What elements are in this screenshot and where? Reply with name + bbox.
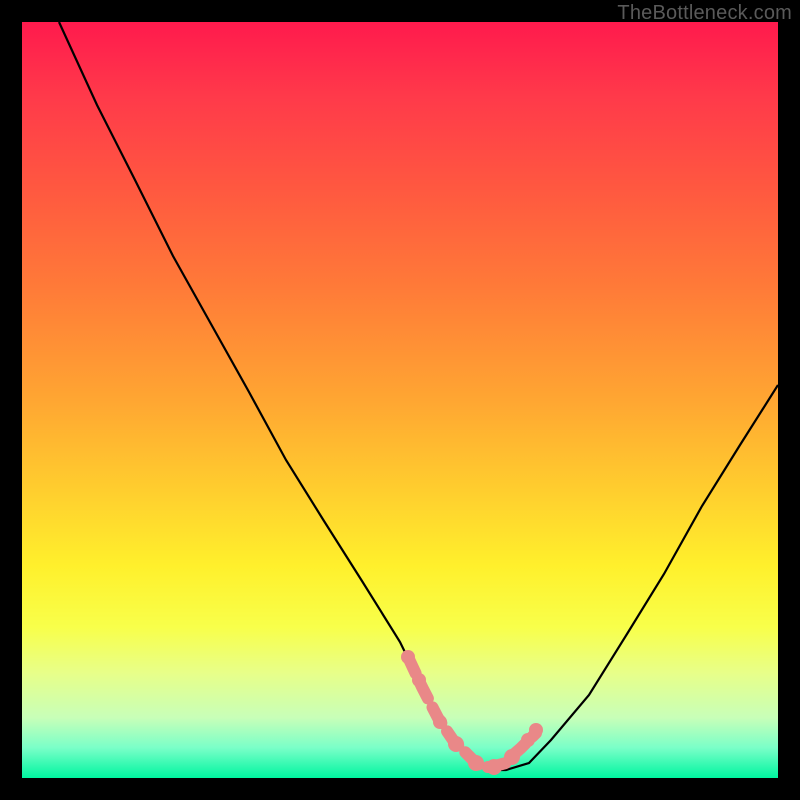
highlight-node xyxy=(433,715,447,729)
chart-frame: TheBottleneck.com xyxy=(0,0,800,800)
highlight-node xyxy=(504,749,520,765)
bottleneck-curve-svg xyxy=(22,22,778,778)
highlight-node xyxy=(412,673,426,687)
highlight-node xyxy=(468,755,484,771)
highlight-node xyxy=(529,723,543,737)
plot-area xyxy=(22,22,778,778)
highlight-node xyxy=(448,736,464,752)
highlight-segment xyxy=(408,657,536,767)
highlight-node xyxy=(401,650,415,664)
highlight-node xyxy=(486,759,502,775)
main-curve xyxy=(59,22,778,770)
watermark-text: TheBottleneck.com xyxy=(617,2,792,25)
